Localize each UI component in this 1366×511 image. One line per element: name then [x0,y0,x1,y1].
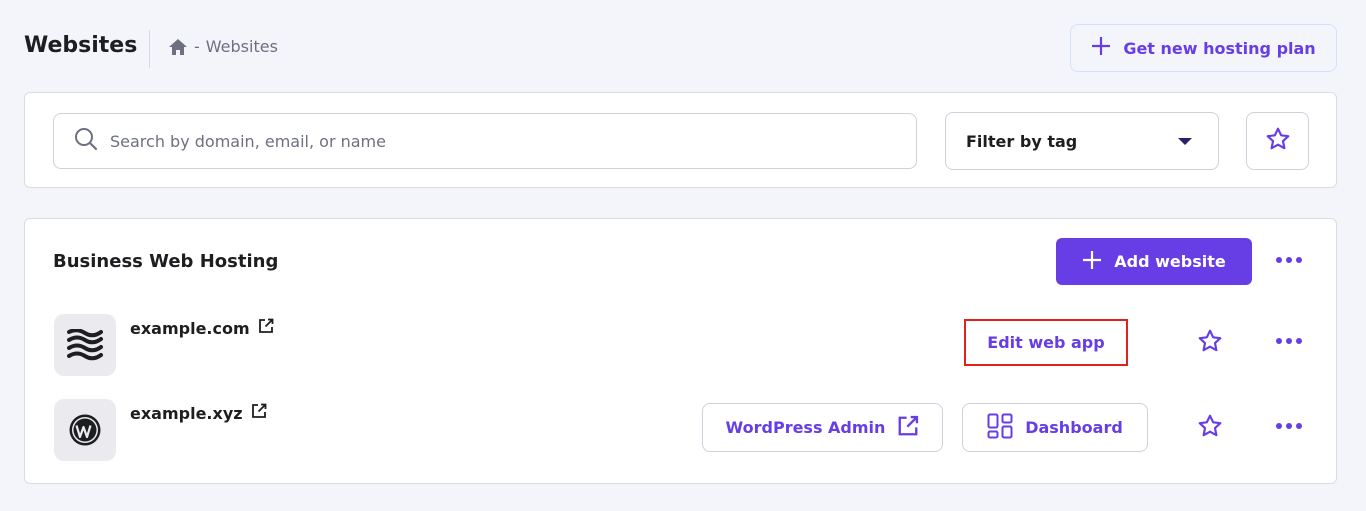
site-domain-label: example.com [130,318,250,338]
favorite-star-icon[interactable] [1197,413,1223,443]
dashboard-button[interactable]: Dashboard [962,403,1148,452]
hosting-plan-title: Business Web Hosting [53,251,279,272]
plus-icon [1082,250,1102,274]
hosting-plan-card: Business Web Hosting Add website example… [24,218,1337,484]
favorites-filter-button[interactable] [1246,112,1309,170]
site-more-options-icon[interactable] [1276,423,1302,429]
get-new-hosting-plan-button[interactable]: Get new hosting plan [1070,24,1337,72]
site-domain-link[interactable]: example.com [130,318,274,338]
site-logo-waves-icon [54,314,116,376]
plan-more-options-icon[interactable] [1276,257,1302,263]
search-placeholder: Search by domain, email, or name [110,131,386,151]
site-more-options-icon[interactable] [1276,338,1302,344]
search-card: Search by domain, email, or name Filter … [24,92,1337,188]
add-website-button[interactable]: Add website [1056,238,1252,285]
filter-by-tag-label: Filter by tag [966,131,1078,151]
site-domain-label: example.xyz [130,403,243,423]
wordpress-admin-button[interactable]: WordPress Admin [702,403,943,452]
search-icon [74,127,98,155]
filter-by-tag-dropdown[interactable]: Filter by tag [945,112,1219,170]
wordpress-admin-label: WordPress Admin [725,418,886,437]
site-domain-link[interactable]: example.xyz [130,403,267,423]
breadcrumb-current: Websites [205,37,278,56]
external-link-icon[interactable] [258,318,274,338]
external-link-icon [897,415,919,441]
page-title: Websites [24,33,138,58]
plus-icon [1091,36,1111,60]
title-divider [149,30,150,68]
edit-web-app-label: Edit web app [987,333,1105,352]
search-input[interactable]: Search by domain, email, or name [53,113,917,169]
external-link-icon[interactable] [251,403,267,423]
favorite-star-icon[interactable] [1197,328,1223,358]
star-icon [1265,126,1291,156]
get-new-hosting-plan-label: Get new hosting plan [1123,38,1316,58]
caret-down-icon [1178,137,1192,145]
site-logo-wordpress-icon [54,399,116,461]
breadcrumb-separator: - [194,37,200,56]
edit-web-app-button[interactable]: Edit web app [964,319,1128,366]
dashboard-label: Dashboard [1025,418,1123,437]
dashboard-grid-icon [987,413,1013,443]
breadcrumb: - Websites [168,37,278,56]
add-website-label: Add website [1114,252,1226,271]
home-icon[interactable] [168,38,188,56]
